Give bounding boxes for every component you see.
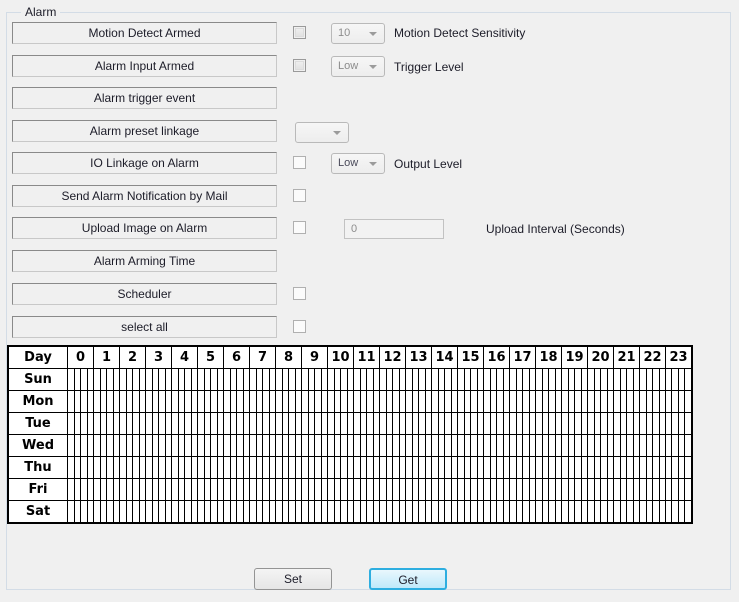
schedule-hour-header: 14 xyxy=(431,345,458,369)
schedule-day-row: Mon xyxy=(7,390,693,413)
schedule-day-name: Mon xyxy=(7,390,68,413)
schedule-hour-header: 18 xyxy=(535,345,562,369)
alarm-option-checkbox[interactable] xyxy=(293,320,306,333)
schedule-day-row: Wed xyxy=(7,434,693,457)
dropdown-value: Low xyxy=(338,157,359,169)
schedule-day-row: Sun xyxy=(7,368,693,391)
schedule-day-header: Day xyxy=(7,345,68,369)
alarm-option-label-box[interactable]: Upload Image on Alarm xyxy=(12,217,277,239)
schedule-hour-header: 13 xyxy=(405,345,432,369)
schedule-header-row: Day 0 1 2 3 4 5 6 7 8 9 10 11 12 13 14 15 16 17 18 19 20 21 22… xyxy=(7,345,693,369)
schedule-hour-header: 1 xyxy=(93,345,120,369)
alarm-row: Alarm trigger event xyxy=(12,87,712,111)
alarm-option-label-box[interactable]: Alarm Arming Time xyxy=(12,250,277,272)
schedule-hour-header: 8 xyxy=(275,345,302,369)
schedule-hour-header: 3 xyxy=(145,345,172,369)
alarm-option-label-box[interactable]: select all xyxy=(12,316,277,338)
schedule-day-row: Tue xyxy=(7,412,693,435)
alarm-option-checkbox xyxy=(293,26,306,39)
alarm-option-label-box[interactable]: Motion Detect Armed xyxy=(12,22,277,44)
schedule-slot-cell[interactable] xyxy=(684,412,693,435)
alarm-schedule-table[interactable]: Day 0 1 2 3 4 5 6 7 8 9 10 11 12 13 14 15 16 17 18 19 20 21 22… xyxy=(7,345,693,524)
schedule-slot-cell[interactable] xyxy=(684,434,693,457)
schedule-hour-header: 11 xyxy=(353,345,380,369)
schedule-hour-header: 9 xyxy=(301,345,328,369)
schedule-hour-header: 2 xyxy=(119,345,146,369)
alarm-option-label-box[interactable]: Alarm preset linkage xyxy=(12,120,277,142)
schedule-hour-header: 19 xyxy=(561,345,588,369)
schedule-hour-header: 4 xyxy=(171,345,198,369)
schedule-hour-header: 7 xyxy=(249,345,276,369)
dropdown-value: 10 xyxy=(338,27,351,39)
schedule-slot-cell[interactable] xyxy=(684,368,693,391)
alarm-option-checkbox xyxy=(293,59,306,72)
schedule-hour-header: 23 xyxy=(665,345,693,369)
chevron-down-icon xyxy=(369,162,377,166)
schedule-hour-header: 12 xyxy=(379,345,406,369)
alarm-row: Upload Image on Alarm 0 Upload Interval (S… xyxy=(12,217,712,241)
alarm-option-checkbox[interactable] xyxy=(293,156,306,169)
schedule-day-row: Sat xyxy=(7,500,693,524)
alarm-option-label-box[interactable]: IO Linkage on Alarm xyxy=(12,152,277,174)
schedule-day-name: Sun xyxy=(7,368,68,391)
schedule-hour-header: 6 xyxy=(223,345,250,369)
alarm-option-caption: Output Level xyxy=(394,157,463,171)
upload-interval-input[interactable]: 0 xyxy=(344,219,444,239)
chevron-down-icon xyxy=(369,32,377,36)
alarm-row: Send Alarm Notification by Mail xyxy=(12,185,712,209)
schedule-day-name: Sat xyxy=(7,500,68,524)
alarm-option-label-box[interactable]: Send Alarm Notification by Mail xyxy=(12,185,277,207)
schedule-slot-cell[interactable] xyxy=(684,390,693,413)
set-button[interactable]: Set xyxy=(254,568,332,590)
schedule-day-name: Tue xyxy=(7,412,68,435)
schedule-hour-header: 21 xyxy=(613,345,640,369)
alarm-option-checkbox[interactable] xyxy=(293,287,306,300)
alarm-option-dropdown[interactable]: Low xyxy=(331,153,385,174)
alarm-group-title: Alarm xyxy=(21,5,61,19)
alarm-row: select all xyxy=(12,316,712,340)
alarm-row: Alarm Arming Time xyxy=(12,250,712,274)
alarm-option-label-box[interactable]: Alarm trigger event xyxy=(12,87,277,109)
alarm-option-label-box[interactable]: Scheduler xyxy=(12,283,277,305)
schedule-day-name: Fri xyxy=(7,478,68,501)
alarm-option-caption: Trigger Level xyxy=(394,60,464,74)
chevron-down-icon xyxy=(333,131,341,135)
alarm-row: Alarm Input Armed Low Trigger Level xyxy=(12,55,712,79)
alarm-option-caption: Upload Interval (Seconds) xyxy=(486,222,625,236)
schedule-slot-cell[interactable] xyxy=(684,500,693,524)
schedule-hour-header: 22 xyxy=(639,345,666,369)
alarm-option-caption: Motion Detect Sensitivity xyxy=(394,26,526,40)
schedule-hour-header: 17 xyxy=(509,345,536,369)
schedule-day-row: Fri xyxy=(7,478,693,501)
alarm-option-checkbox[interactable] xyxy=(293,221,306,234)
chevron-down-icon xyxy=(369,65,377,69)
alarm-row: Alarm preset linkage xyxy=(12,120,712,144)
get-button[interactable]: Get xyxy=(369,568,447,590)
schedule-hour-header: 0 xyxy=(67,345,94,369)
alarm-option-dropdown[interactable] xyxy=(295,122,349,143)
alarm-option-dropdown: 10 xyxy=(331,23,385,44)
schedule-hour-header: 16 xyxy=(483,345,510,369)
alarm-option-checkbox[interactable] xyxy=(293,189,306,202)
alarm-row: Motion Detect Armed 10 Motion Detect Sensi… xyxy=(12,22,712,46)
schedule-hour-header: 15 xyxy=(457,345,484,369)
alarm-row: Scheduler xyxy=(12,283,712,307)
alarm-row: IO Linkage on Alarm Low Output Level xyxy=(12,152,712,176)
schedule-hour-header: 10 xyxy=(327,345,354,369)
schedule-day-row: Thu xyxy=(7,456,693,479)
alarm-option-label-box[interactable]: Alarm Input Armed xyxy=(12,55,277,77)
alarm-option-dropdown: Low xyxy=(331,56,385,77)
schedule-day-name: Thu xyxy=(7,456,68,479)
schedule-slot-cell[interactable] xyxy=(684,478,693,501)
schedule-hour-header: 5 xyxy=(197,345,224,369)
schedule-slot-cell[interactable] xyxy=(684,456,693,479)
schedule-hour-header: 20 xyxy=(587,345,614,369)
dropdown-value: Low xyxy=(338,60,359,72)
schedule-day-name: Wed xyxy=(7,434,68,457)
